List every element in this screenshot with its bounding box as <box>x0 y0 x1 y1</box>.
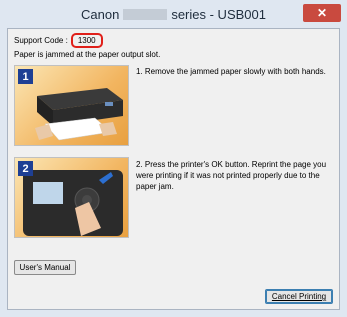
step-1-illustration: 1 <box>14 65 129 146</box>
cancel-printing-button[interactable]: Cancel Printing <box>265 289 333 304</box>
support-code-value: 1300 <box>70 32 103 48</box>
users-manual-label: User's Manual <box>19 263 71 272</box>
support-code-row: Support Code : 1300 <box>14 32 103 48</box>
step-2-illustration: 2 <box>14 157 129 238</box>
error-message: Paper is jammed at the paper output slot… <box>14 50 161 59</box>
title-suffix: series - USB001 <box>171 6 266 22</box>
support-code-label: Support Code : <box>14 35 68 45</box>
window-title: Canon series - USB001 <box>81 7 266 22</box>
title-bar[interactable]: Canon series - USB001 ✕ <box>0 0 347 28</box>
step-2-badge: 2 <box>18 161 33 176</box>
title-brand: Canon <box>81 6 120 22</box>
dialog-window: Canon series - USB001 ✕ Support Code : 1… <box>0 0 347 317</box>
step-1-badge: 1 <box>18 69 33 84</box>
cancel-printing-label: Cancel Printing <box>271 292 327 301</box>
redacted-model-name <box>123 8 168 20</box>
step-1-text: 1. Remove the jammed paper slowly with b… <box>136 67 326 76</box>
step-2-text: 2. Press the printer's OK button. Reprin… <box>136 160 327 191</box>
close-button[interactable]: ✕ <box>303 4 341 22</box>
dialog-body: Support Code : 1300 Paper is jammed at t… <box>7 28 340 310</box>
users-manual-button[interactable]: User's Manual <box>14 260 76 275</box>
